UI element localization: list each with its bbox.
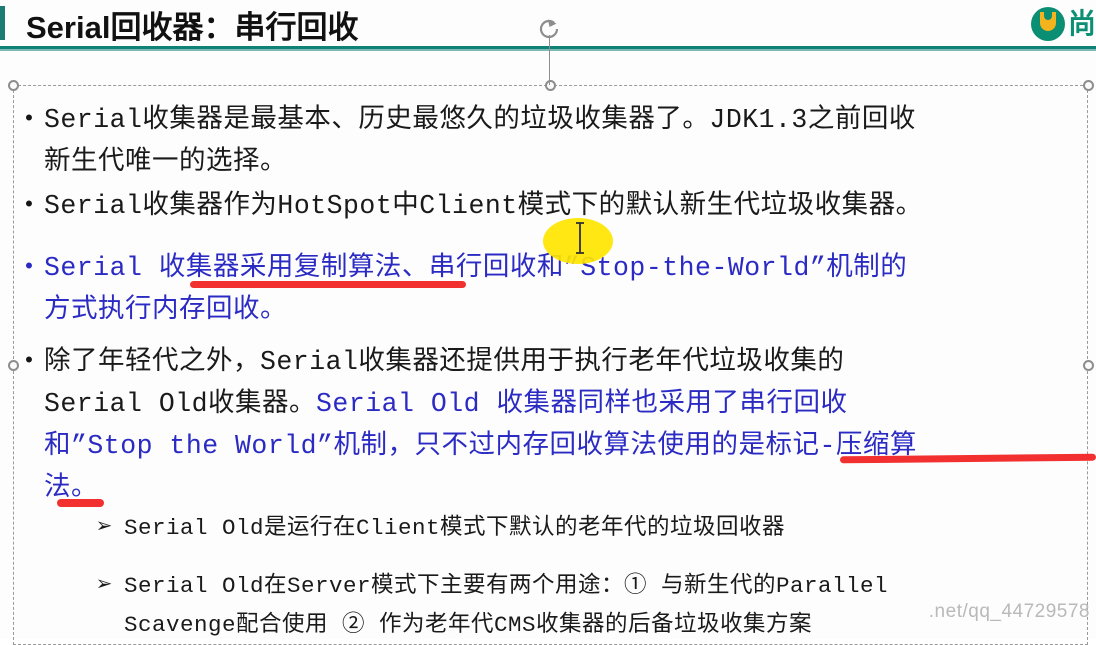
bullet-item-1: • Serial收集器是最基本、历史最悠久的垃圾收集器了。JDK1.3之前回收 … xyxy=(14,98,1077,182)
bullet-text-2: Serial收集器作为HotSpot中Client模式下的默认新生代垃圾收集器。 xyxy=(44,184,1077,226)
sub-bullet-item-1: ➢ Serial Old是运行在Client模式下默认的老年代的垃圾回收器 xyxy=(84,508,1074,547)
title-divider-rule xyxy=(0,46,1096,49)
slide-body: • Serial收集器是最基本、历史最悠久的垃圾收集器了。JDK1.3之前回收 … xyxy=(14,88,1087,639)
sub-bullet-text-2: Serial Old在Server模式下主要有两个用途：① 与新生代的Paral… xyxy=(124,566,1074,644)
shangguigu-logo-icon xyxy=(1030,7,1065,41)
rotate-handle-icon[interactable] xyxy=(535,15,563,43)
brand-logo-text: 尚 xyxy=(1067,8,1096,39)
sub-bullet-line-2b: Scavenge配合使用 ② 作为老年代CMS收集器的后备垃圾收集方案 xyxy=(124,612,813,638)
bullet-line-3a: Serial 收集器采用复制算法、串行回收和”Stop-the-World”机制… xyxy=(44,253,908,283)
text-cursor-icon xyxy=(574,222,586,254)
bullet-marker: • xyxy=(25,191,33,216)
bullet-line-1a: Serial收集器是最基本、历史最悠久的垃圾收集器了。JDK1.3之前回收 xyxy=(44,105,916,135)
sub-bullet-text-1: Serial Old是运行在Client模式下默认的老年代的垃圾回收器 xyxy=(124,508,1074,547)
bullet-line-1b: 新生代唯一的选择。 xyxy=(44,147,287,177)
bullet-line-4b-blue: Serial Old 收集器同样也采用了串行回收 xyxy=(316,389,848,419)
bullet-line-4b: Serial Old收集器。 xyxy=(44,389,317,419)
sub-bullet-arrow-icon: ➢ xyxy=(95,515,113,537)
bullet-text-4: 除了年轻代之外，Serial收集器还提供用于执行老年代垃圾收集的 Serial … xyxy=(44,340,1077,508)
bullet-line-4c: 和”Stop the World”机制，只不过内存回收算法使用的是标记-压缩算 xyxy=(44,431,917,461)
page-title: Serial回收器：串行回收 xyxy=(26,10,359,45)
bullet-line-3b: 方式执行内存回收。 xyxy=(44,295,287,325)
bullet-item-3: • Serial 收集器采用复制算法、串行回收和”Stop-the-World”… xyxy=(14,246,1077,330)
bullet-text-1: Serial收集器是最基本、历史最悠久的垃圾收集器了。JDK1.3之前回收 新生… xyxy=(44,98,1077,182)
bullet-line-4a: 除了年轻代之外，Serial收集器还提供用于执行老年代垃圾收集的 xyxy=(44,347,845,377)
brand-logo: 尚 xyxy=(1030,4,1096,44)
bullet-line-4d: 法。 xyxy=(44,473,98,503)
bullet-item-4: • 除了年轻代之外，Serial收集器还提供用于执行老年代垃圾收集的 Seria… xyxy=(14,340,1077,508)
sub-bullet-line-1a: Serial Old是运行在Client模式下默认的老年代的垃圾回收器 xyxy=(124,515,786,541)
title-accent-tick xyxy=(0,6,5,40)
bullet-item-2: • Serial收集器作为HotSpot中Client模式下的默认新生代垃圾收集… xyxy=(14,184,1077,226)
bullet-line-2a: Serial收集器作为HotSpot中Client模式下的默认新生代垃圾收集器。 xyxy=(44,191,923,221)
sub-bullet-item-2: ➢ Serial Old在Server模式下主要有两个用途：① 与新生代的Par… xyxy=(84,566,1074,644)
sub-bullet-line-2a: Serial Old在Server模式下主要有两个用途：① 与新生代的Paral… xyxy=(124,573,889,599)
bullet-marker: • xyxy=(25,105,33,130)
bullet-marker: • xyxy=(25,253,33,278)
sub-bullet-arrow-icon: ➢ xyxy=(95,573,113,595)
bullet-marker: • xyxy=(25,347,33,372)
